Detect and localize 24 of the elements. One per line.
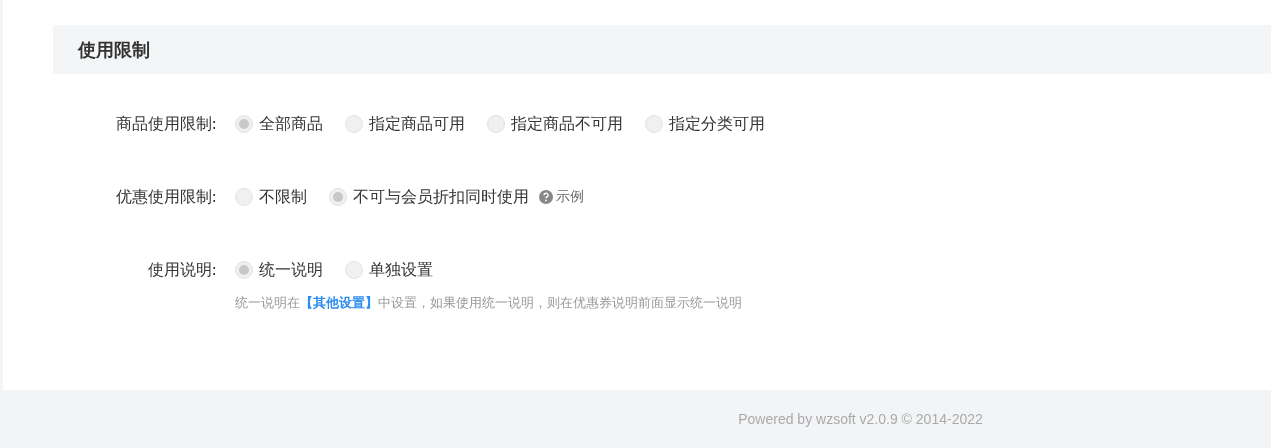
radio-option[interactable]: 单独设置 <box>345 259 433 281</box>
example-link[interactable]: 示例 <box>556 188 584 206</box>
field-label: 商品使用限制: <box>114 113 218 135</box>
section-title: 使用限制 <box>78 37 150 62</box>
field-label: 使用说明: <box>146 259 218 281</box>
radio-icon[interactable] <box>345 115 363 133</box>
radio-icon[interactable] <box>487 115 505 133</box>
radio-option[interactable]: 指定商品不可用 <box>487 113 623 135</box>
hint-text: 统一说明在【其他设置】中设置，如果使用统一说明，则在优惠券说明前面显示统一说明 <box>235 294 742 312</box>
radio-icon[interactable] <box>235 261 253 279</box>
footer-text: Powered by wzsoft v2.0.9 © 2014-2022 <box>738 411 983 427</box>
help-icon <box>539 190 553 204</box>
radio-icon[interactable] <box>329 188 347 206</box>
radio-icon[interactable] <box>235 188 253 206</box>
radio-option[interactable]: 不限制 <box>235 186 307 208</box>
radio-option[interactable]: 全部商品 <box>235 113 323 135</box>
field-label: 优惠使用限制: <box>114 186 218 208</box>
radio-icon[interactable] <box>345 261 363 279</box>
radio-option[interactable]: 统一说明 <box>235 259 323 281</box>
radio-icon[interactable] <box>235 115 253 133</box>
radio-icon[interactable] <box>645 115 663 133</box>
radio-option[interactable]: 指定商品可用 <box>345 113 465 135</box>
radio-option[interactable]: 指定分类可用 <box>645 113 765 135</box>
radio-option[interactable]: 不可与会员折扣同时使用 <box>329 186 529 208</box>
